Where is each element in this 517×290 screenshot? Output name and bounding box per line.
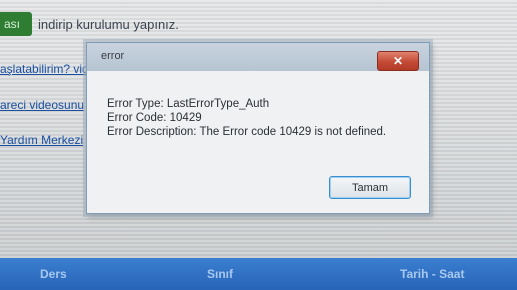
error-message: Error Type: LastErrorType_Auth Error Cod… [107, 97, 386, 139]
table-header-bar: Ders Sınıf Tarih - Saat [0, 258, 517, 290]
install-banner: ası indirip kurulumu yapınız. [0, 10, 260, 38]
dialog-title: error [101, 50, 125, 62]
error-code-line: Error Code: 10429 [107, 112, 202, 124]
install-instruction: indirip kurulumu yapınız. [38, 16, 179, 32]
column-header-class[interactable]: Sınıf [207, 267, 233, 281]
dialog-titlebar[interactable]: error ✕ [87, 43, 429, 71]
close-icon: ✕ [392, 54, 404, 68]
error-dialog: error ✕ Error Type: LastErrorType_Auth E… [86, 42, 430, 214]
error-type-line: Error Type: LastErrorType_Auth [107, 98, 270, 110]
error-description-line: Error Description: The Error code 10429 … [107, 126, 387, 138]
help-center-link[interactable]: Yardım Merkezi [0, 133, 83, 147]
close-button[interactable]: ✕ [377, 51, 419, 71]
help-link-process-video[interactable]: areci videosunu [0, 98, 84, 112]
column-header-course[interactable]: Ders [40, 267, 67, 281]
install-button[interactable]: ası [0, 12, 32, 36]
ok-button[interactable]: Tamam [329, 176, 411, 199]
column-header-datetime[interactable]: Tarih - Saat [400, 267, 464, 281]
help-link-video-start[interactable]: aşlatabilirim? vid [0, 62, 89, 76]
